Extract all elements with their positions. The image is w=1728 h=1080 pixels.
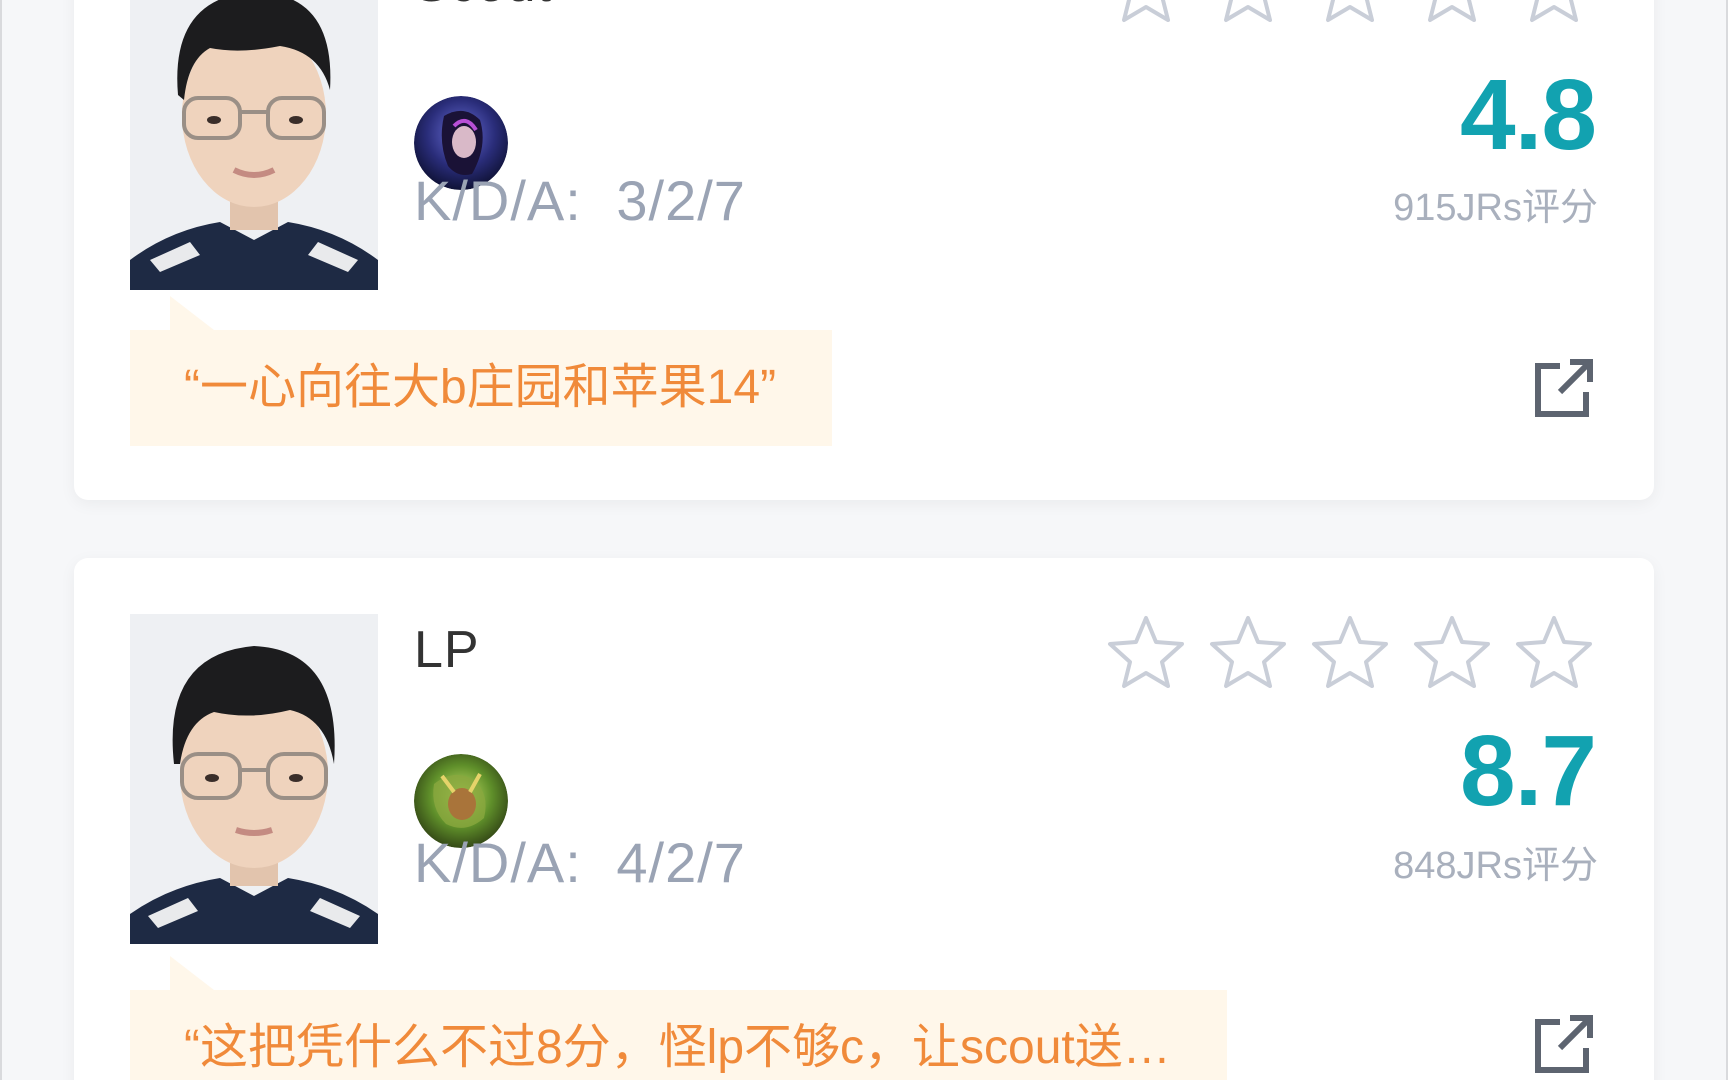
star-outline-icon[interactable]: [1208, 614, 1288, 690]
average-score: 8.7: [1459, 715, 1597, 827]
star-outline-icon[interactable]: [1514, 0, 1594, 24]
top-comment[interactable]: “这把凭什么不过8分，怪lp不够c，让scout送…: [130, 956, 1227, 1080]
kda-label: K/D/A:: [414, 169, 582, 232]
player-photo: [130, 614, 378, 944]
player-name: LP: [414, 621, 480, 679]
top-comment[interactable]: “一心向往大b庄园和苹果14”: [130, 296, 833, 446]
player-card-scout: Scout: [74, 0, 1654, 500]
star-outline-icon[interactable]: [1514, 614, 1594, 690]
star-outline-icon[interactable]: [1310, 614, 1390, 690]
kda-value: 3/2/7: [616, 169, 746, 232]
star-outline-icon[interactable]: [1208, 0, 1288, 24]
average-score: 4.8: [1459, 59, 1597, 171]
star-outline-icon[interactable]: [1106, 614, 1186, 690]
kda-value: 4/2/7: [616, 831, 746, 894]
player-name: Scout: [414, 0, 552, 14]
share-external-icon[interactable]: [1532, 356, 1596, 420]
vote-count: 848JRs评分: [1393, 845, 1598, 887]
vote-count: 915JRs评分: [1393, 187, 1598, 229]
left-border: [0, 0, 2, 1080]
star-outline-icon[interactable]: [1412, 614, 1492, 690]
kda-stat: K/D/A: 3/2/7: [414, 168, 746, 233]
kda-label: K/D/A:: [414, 831, 582, 894]
kda-stat: K/D/A: 4/2/7: [414, 830, 746, 895]
share-external-icon[interactable]: [1532, 1012, 1596, 1076]
star-rating[interactable]: [1106, 0, 1594, 24]
player-card-lp: LP K/D/A: 4/2/7 8.7 848JRs评分 “这把凭什么不过8分，…: [74, 558, 1654, 1080]
rating-list: Scout: [0, 0, 1728, 1080]
star-outline-icon[interactable]: [1106, 0, 1186, 24]
star-outline-icon[interactable]: [1310, 0, 1390, 24]
star-outline-icon[interactable]: [1412, 0, 1492, 24]
player-photo: [130, 0, 378, 290]
star-rating[interactable]: [1106, 614, 1594, 690]
